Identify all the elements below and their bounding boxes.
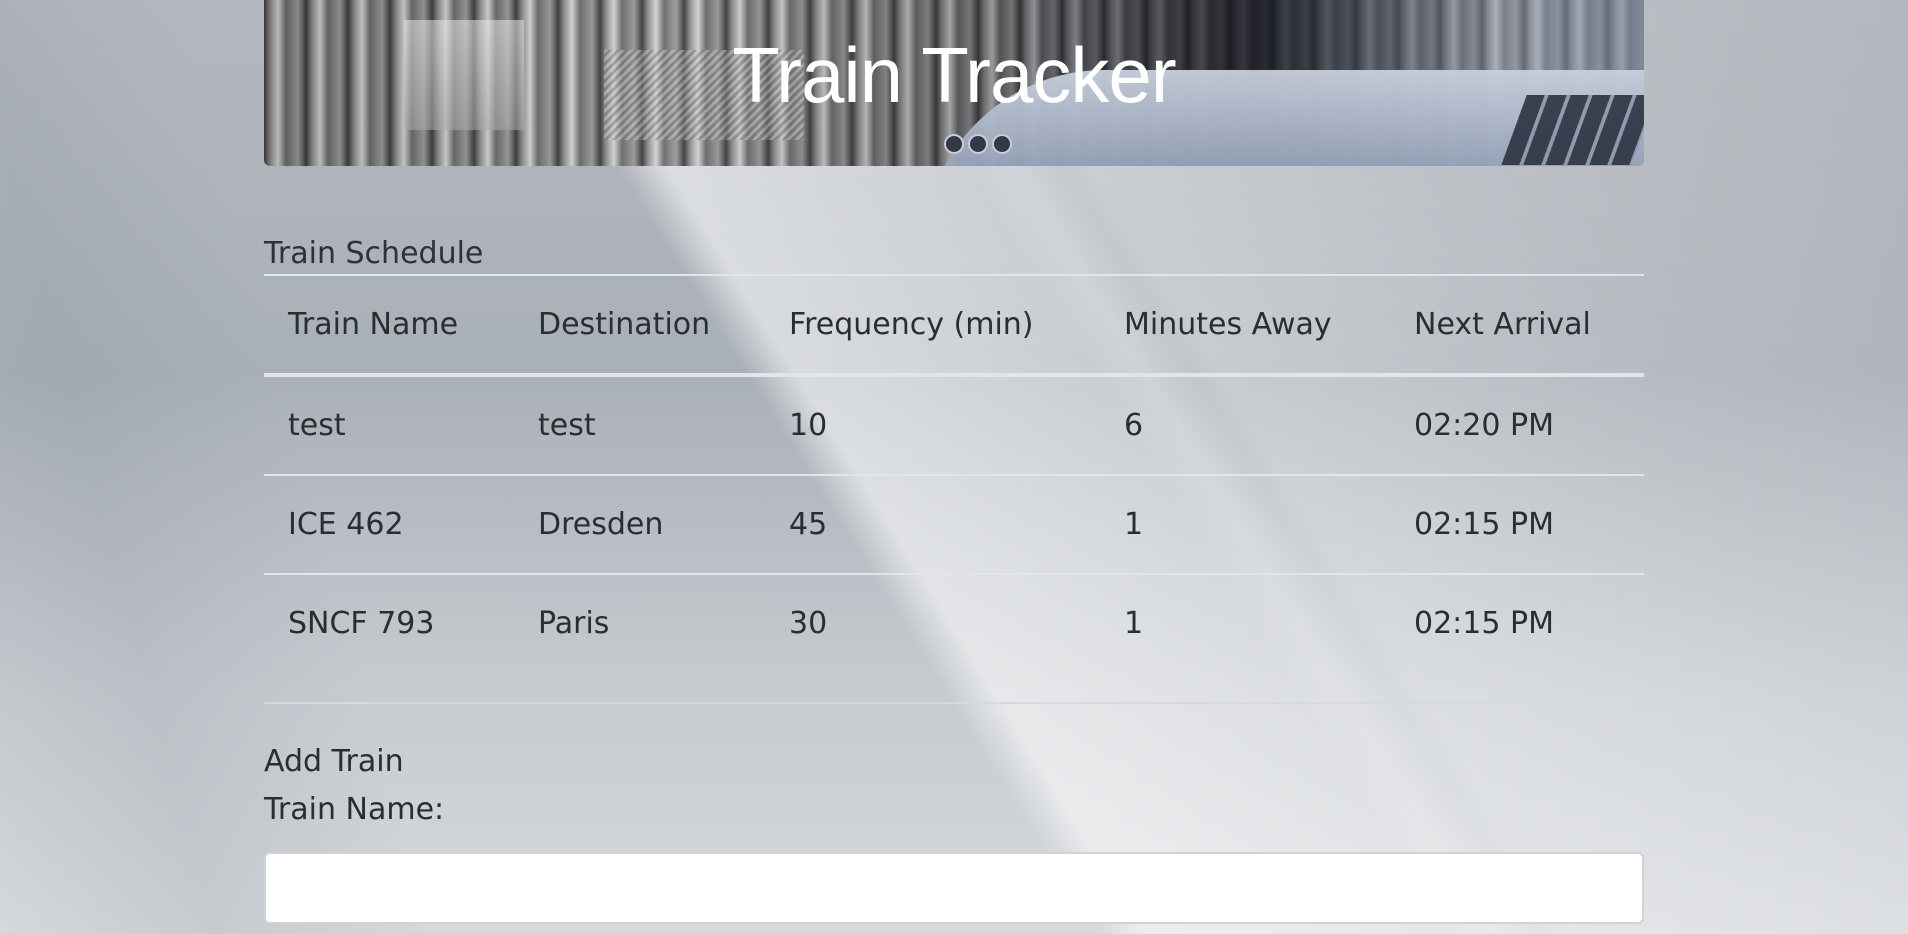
train-name-input[interactable]	[264, 852, 1644, 924]
column-header-next-arrival: Next Arrival	[1390, 274, 1644, 377]
cell-train-name: ICE 462	[264, 475, 514, 575]
column-header-train-name: Train Name	[264, 274, 514, 377]
cell-frequency: 30	[789, 606, 828, 641]
column-header-destination: Destination	[514, 274, 765, 377]
cell-train-name: test	[264, 375, 514, 476]
train-name-label: Train Name:	[264, 792, 445, 827]
cell-next-arrival: 02:20 PM	[1390, 375, 1644, 476]
banner-train-lamp	[944, 134, 964, 154]
add-train-title: Add Train	[264, 744, 404, 779]
table-header-row: Train Name Destination Frequency (min) M…	[264, 274, 1644, 377]
table-row: SNCF 793 Paris 30 1 02:15 PM	[264, 574, 1644, 672]
table-row: test test 10 6 02:20 PM	[264, 375, 1644, 476]
cell-destination: Paris	[538, 606, 610, 641]
cell-frequency: 45	[765, 475, 1100, 575]
cell-minutes-away: 1	[1124, 606, 1144, 641]
cell-destination: Dresden	[514, 475, 765, 575]
schedule-title: Train Schedule	[264, 236, 484, 271]
cell-minutes-away: 6	[1100, 375, 1390, 476]
main-container: Train Tracker Train Schedule Train Name …	[264, 0, 1644, 924]
column-header-frequency: Frequency (min)	[765, 274, 1100, 377]
cell-next-arrival: 02:15 PM	[1390, 475, 1644, 575]
cell-minutes-away: 1	[1100, 475, 1390, 575]
table-row: ICE 462 Dresden 45 1 02:15 PM	[264, 475, 1644, 575]
cell-train-name: SNCF 793	[288, 606, 435, 641]
column-header-minutes-away: Minutes Away	[1100, 274, 1390, 377]
schedule-table: Train Name Destination Frequency (min) M…	[264, 274, 1644, 672]
banner-train-lamp	[968, 134, 988, 154]
cell-next-arrival: 02:15 PM	[1414, 606, 1554, 641]
page-title: Train Tracker	[732, 31, 1177, 119]
header-banner: Train Tracker	[264, 0, 1644, 166]
cell-destination: test	[514, 375, 765, 476]
section-divider	[264, 702, 1644, 704]
banner-train-lamp	[992, 134, 1012, 154]
cell-frequency: 10	[765, 375, 1100, 476]
